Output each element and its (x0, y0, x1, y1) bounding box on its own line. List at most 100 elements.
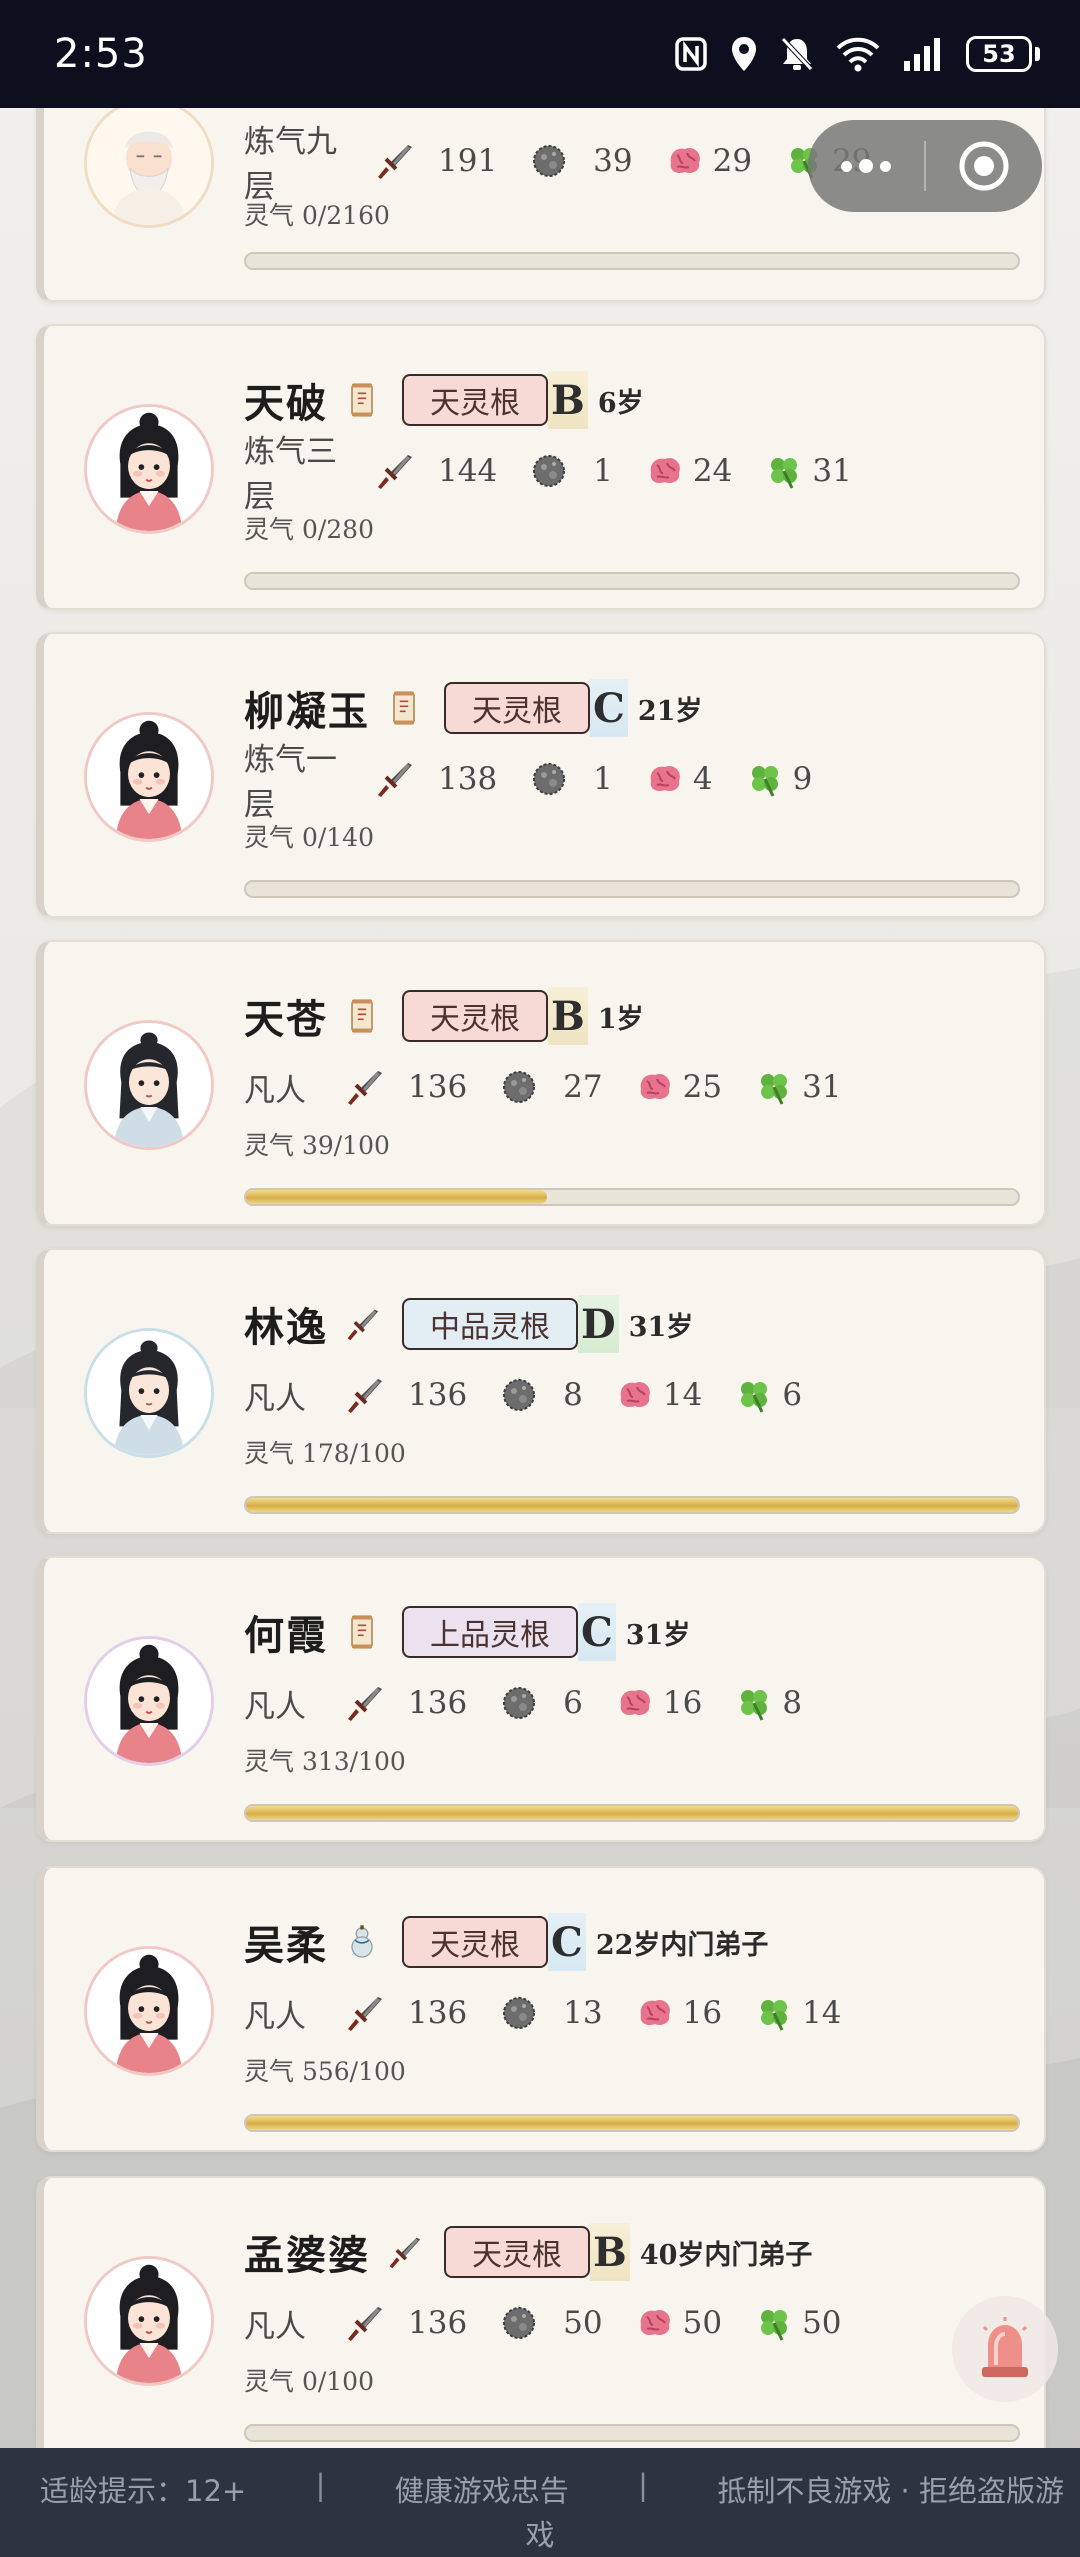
qi-text: 灵气 39/100 (244, 1131, 390, 1160)
alarm-siren-icon[interactable] (952, 2296, 1058, 2402)
stone-icon (499, 1993, 539, 2033)
disciple-avatar[interactable] (84, 1946, 214, 2076)
disciple-avatar[interactable] (84, 98, 214, 228)
stone-icon (499, 1683, 539, 1723)
sword-icon (374, 759, 414, 799)
intellect-value: 29 (712, 143, 753, 179)
defense-value: 39 (593, 143, 633, 179)
name-row: 孟婆婆 天灵根 B 40岁内门弟子 (244, 2222, 812, 2282)
disciple-avatar[interactable] (84, 1636, 214, 1766)
intellect-value: 25 (682, 1069, 723, 1105)
luck-value: 6 (782, 1377, 803, 1413)
target-circle-icon[interactable] (926, 139, 1042, 193)
stat-row: 凡人 136 6 16 8 (244, 1678, 834, 1728)
disciple-card[interactable]: 天苍 天灵根 B 1岁 凡人 136 27 25 31 灵气 39/100 (36, 940, 1046, 1226)
brain-icon (615, 1375, 655, 1415)
sword-icon (344, 1993, 384, 2033)
footer-separator: | (315, 2468, 326, 2502)
anti-addiction-footer: 适龄提示：12+ | 健康游戏忠告 | 抵制不良游戏 · 拒绝盗版游 戏 (0, 2448, 1080, 2557)
age-label: 6岁 (597, 387, 644, 419)
attack-value: 136 (408, 1685, 468, 1721)
qi-progress-fill (246, 1498, 1018, 1512)
stat-row: 凡人 136 27 25 31 (244, 1062, 874, 1112)
qi-progress-fill (246, 1806, 1018, 1820)
gourd-icon (344, 1920, 380, 1964)
realm-label: 炼气一层 (244, 742, 337, 823)
sword-icon (386, 2230, 422, 2274)
scroll-icon (344, 378, 380, 422)
grade-label: C (578, 1603, 616, 1661)
stone-icon (499, 1375, 539, 1415)
mute-bell-icon (781, 37, 813, 71)
sword-icon (344, 1302, 380, 1346)
intellect-value: 4 (692, 761, 713, 797)
clover-icon (754, 2303, 794, 2343)
realm-label: 凡人 (244, 1072, 306, 1109)
stone-icon (529, 759, 569, 799)
disciple-card[interactable]: 林逸 中品灵根 D 31岁 凡人 136 8 14 6 灵气 178/100 (36, 1248, 1046, 1534)
scroll-icon (344, 994, 380, 1038)
scroll-icon (344, 1610, 380, 1654)
attack-value: 136 (408, 1069, 468, 1105)
disciple-name: 孟婆婆 (244, 2232, 370, 2279)
qi-text: 灵气 0/280 (244, 515, 374, 544)
age-label: 22岁内门弟子 (595, 1929, 769, 1961)
luck-value: 50 (802, 2305, 842, 2341)
stat-row: 凡人 136 50 50 50 (244, 2298, 874, 2348)
sword-icon (374, 451, 414, 491)
grade-label: B (548, 987, 588, 1045)
sword-icon (344, 1683, 384, 1723)
disciple-avatar[interactable] (84, 712, 214, 842)
disciple-avatar[interactable] (84, 2256, 214, 2386)
spirit-root-badge: 天灵根 (444, 2226, 590, 2278)
qi-text: 灵气 178/100 (244, 1439, 406, 1468)
disciple-card[interactable]: 天破 天灵根 B 6岁 炼气三层 144 1 24 31 灵气 0/280 (36, 324, 1046, 610)
attack-value: 136 (408, 1377, 468, 1413)
disciple-card[interactable]: 柳凝玉 天灵根 C 21岁 炼气一层 138 1 4 9 灵气 0/140 (36, 632, 1046, 918)
stat-row: 炼气三层 144 1 24 31 (244, 434, 884, 515)
clover-icon (754, 1993, 794, 2033)
disciple-avatar[interactable] (84, 1328, 214, 1458)
disciple-name: 天破 (244, 380, 328, 427)
battery-level: 53 (966, 36, 1032, 72)
battery-indicator: 53 (966, 36, 1040, 72)
defense-value: 1 (593, 761, 613, 797)
disciple-name: 柳凝玉 (244, 688, 370, 735)
stone-icon (499, 2303, 539, 2343)
grade-label: B (590, 2223, 630, 2281)
qi-text: 灵气 0/100 (244, 2367, 374, 2396)
disciple-avatar[interactable] (84, 1020, 214, 1150)
luck-value: 8 (782, 1685, 803, 1721)
attack-value: 136 (408, 1995, 468, 2031)
qi-progress-fill (246, 2116, 1018, 2130)
luck-value: 31 (802, 1069, 842, 1105)
grade-label: D (578, 1295, 619, 1353)
age-hint: 适龄提示：12+ (40, 2474, 247, 2508)
anti-piracy-notice: 抵制不良游戏 · 拒绝盗版游 (717, 2474, 1064, 2508)
name-row: 何霞 上品灵根 C 31岁 (244, 1602, 690, 1662)
name-row: 柳凝玉 天灵根 C 21岁 (244, 678, 702, 738)
more-dots-icon[interactable] (808, 120, 924, 212)
realm-label: 炼气三层 (244, 434, 337, 515)
clover-icon (734, 1683, 774, 1723)
qi-progress-bar (244, 1496, 1020, 1514)
spirit-root-badge: 上品灵根 (402, 1606, 578, 1658)
luck-value: 31 (812, 453, 852, 489)
disciple-name: 何霞 (244, 1612, 328, 1659)
disciple-card[interactable]: 孟婆婆 天灵根 B 40岁内门弟子 凡人 136 50 50 50 灵气 0/1… (36, 2176, 1046, 2462)
wifi-icon (836, 37, 880, 72)
grade-label: C (590, 679, 628, 737)
status-icons: 53 (674, 35, 1040, 73)
disciple-card[interactable]: 何霞 上品灵根 C 31岁 凡人 136 6 16 8 灵气 313/100 (36, 1556, 1046, 1842)
battery-tip (1035, 47, 1040, 61)
realm-label: 炼气九层 (244, 124, 337, 205)
disciple-card[interactable]: 吴柔 天灵根 C 22岁内门弟子 凡人 136 13 16 14 灵气 556/… (36, 1866, 1046, 2152)
defense-value: 1 (593, 453, 613, 489)
signal-icon (904, 38, 940, 71)
intellect-value: 24 (692, 453, 733, 489)
clover-icon (754, 1067, 794, 1107)
disciple-avatar[interactable] (84, 404, 214, 534)
qi-progress-bar (244, 252, 1020, 270)
qi-progress-bar (244, 1188, 1020, 1206)
defense-value: 50 (563, 2305, 603, 2341)
